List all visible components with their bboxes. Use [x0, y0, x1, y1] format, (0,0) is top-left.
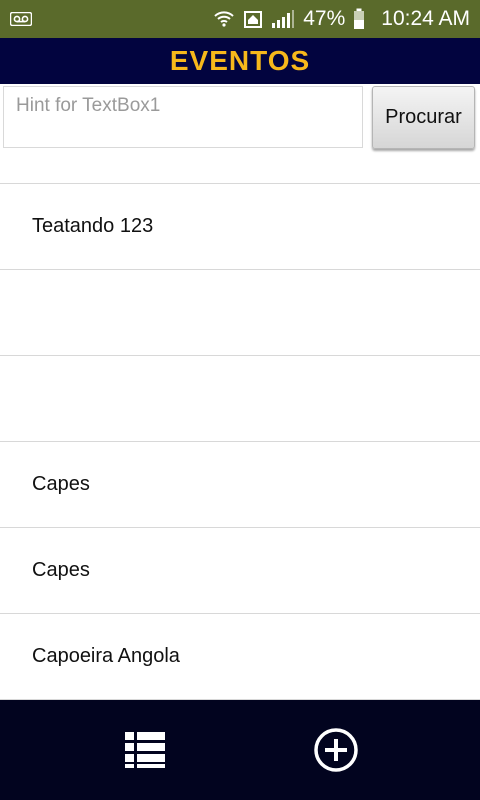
list-item[interactable]: Capes [0, 528, 480, 614]
list-icon [125, 732, 165, 772]
list-item-label: Capes [32, 473, 90, 495]
status-bar: 47% 10:24 AM [0, 0, 480, 38]
wifi-icon [213, 8, 235, 30]
bottom-navigation [0, 700, 480, 800]
battery-percent: 47% [303, 7, 346, 30]
add-button[interactable] [313, 727, 359, 773]
list-item-label: Capes [32, 559, 90, 581]
list-item[interactable]: Teatando 123 [0, 184, 480, 270]
app-header: EVENTOS [0, 38, 480, 84]
page-title: EVENTOS [169, 45, 311, 76]
list-item[interactable] [0, 270, 480, 356]
search-row: Procurar [0, 84, 480, 156]
list-item-label: Teatando 123 [32, 215, 154, 237]
search-button[interactable]: Procurar [372, 86, 475, 149]
list-button[interactable] [125, 732, 165, 768]
list-item[interactable] [0, 356, 480, 442]
list-item-label: Capoeira Angola [32, 645, 180, 667]
search-input[interactable] [3, 86, 363, 148]
voicemail-icon [10, 12, 32, 26]
signal-icon [271, 9, 295, 29]
list-item[interactable]: Capoeira Angola [0, 614, 480, 700]
add-circle-icon [313, 728, 359, 777]
home-icon [243, 9, 263, 29]
battery-icon [353, 8, 365, 30]
events-list: Teatando 123 Capes Capes Capoeira Angola [0, 183, 480, 700]
clock: 10:24 AM [381, 7, 470, 30]
list-item[interactable]: Capes [0, 442, 480, 528]
